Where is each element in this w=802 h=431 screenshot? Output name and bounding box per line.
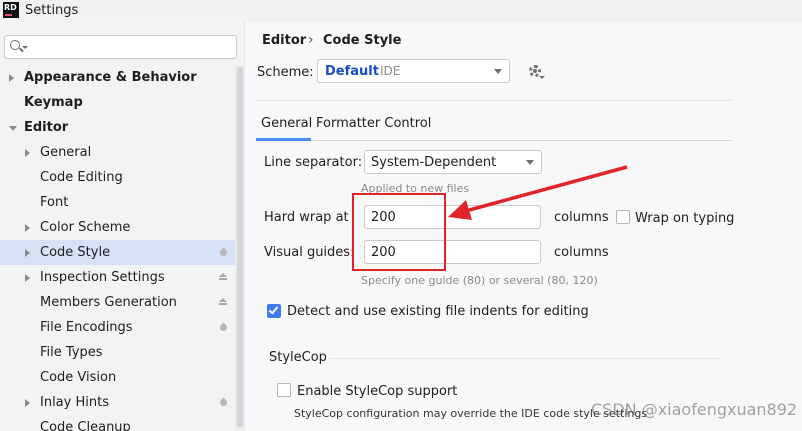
drop-icon (218, 322, 229, 333)
visual-guides-hint: Specify one guide (80) or several (80, 1… (361, 274, 598, 287)
chevron-right-icon[interactable] (25, 399, 30, 407)
visual-guides-label: Visual guides: (264, 245, 355, 260)
detect-indents-checkbox[interactable] (267, 304, 281, 318)
gear-menu-caret-icon (539, 76, 545, 79)
scrollbar-thumb[interactable] (237, 67, 243, 427)
wrap-on-typing-label[interactable]: Wrap on typing (635, 211, 734, 226)
sidebar-item-label: General (40, 145, 92, 160)
sidebar-item-appearance-behavior[interactable]: Appearance & Behavior (0, 65, 235, 90)
sidebar-item-label: Code Cleanup (40, 420, 131, 431)
checkmark-icon (268, 304, 279, 315)
sidebar-item-label: Code Style (40, 245, 111, 260)
sidebar-item-color-scheme[interactable]: Color Scheme (0, 215, 235, 240)
scheme-label: Scheme: (257, 65, 314, 80)
settings-tree: Appearance & Behavior Keymap Editor General… (0, 65, 235, 431)
sidebar-item-label: File Encodings (40, 320, 133, 335)
breadcrumb-parent[interactable]: Editor (262, 33, 306, 48)
sidebar-item-label: Code Editing (40, 170, 123, 185)
visual-guides-unit: columns (554, 245, 609, 260)
sidebar-item-code-cleanup[interactable]: Code Cleanup (0, 415, 235, 431)
sidebar-item-inlay-hints[interactable]: Inlay Hints (0, 390, 235, 415)
scheme-type: IDE (380, 64, 401, 78)
sidebar-item-label: Appearance & Behavior (24, 70, 197, 85)
app-logo: RD (3, 2, 19, 18)
sidebar-item-file-encodings[interactable]: File Encodings (0, 315, 235, 340)
sidebar-item-font[interactable]: Font (0, 190, 235, 215)
stylecop-section-divider (329, 358, 721, 359)
settings-sidebar: Appearance & Behavior Keymap Editor General… (0, 22, 245, 431)
drop-icon (218, 247, 229, 258)
sidebar-item-label: File Types (40, 345, 103, 360)
sidebar-item-general[interactable]: General (0, 140, 235, 165)
sidebar-item-label: Members Generation (40, 295, 177, 310)
sidebar-item-label: Inspection Settings (40, 270, 165, 285)
scheme-dropdown[interactable]: Default IDE (317, 59, 510, 83)
hard-wrap-label: Hard wrap at (264, 210, 349, 225)
scheme-name: Default (325, 64, 379, 79)
sidebar-item-code-style[interactable]: Code Style (0, 240, 235, 265)
breadcrumb-current: Code Style (323, 33, 402, 48)
sidebar-item-code-vision[interactable]: Code Vision (0, 365, 235, 390)
sidebar-item-label: Keymap (24, 95, 83, 110)
chevron-right-icon[interactable] (25, 274, 30, 282)
sidebar-item-label: Editor (24, 120, 69, 135)
active-tab-indicator (256, 138, 311, 141)
search-input[interactable] (4, 35, 237, 59)
chevron-right-icon[interactable] (25, 149, 30, 157)
sidebar-item-label: Inlay Hints (40, 395, 109, 410)
enable-stylecop-checkbox[interactable] (277, 383, 291, 397)
sidebar-item-label: Font (40, 195, 69, 210)
enable-stylecop-label[interactable]: Enable StyleCop support (297, 384, 457, 399)
sidebar-item-inspection-settings[interactable]: Inspection Settings (0, 265, 235, 290)
sidebar-scrollbar[interactable] (235, 65, 245, 431)
layers-icon (219, 298, 227, 305)
tab-formatter-control[interactable]: Formatter Control (316, 116, 431, 131)
sidebar-item-label: Code Vision (40, 370, 117, 385)
sidebar-item-file-types[interactable]: File Types (0, 340, 235, 365)
chevron-down-icon (494, 69, 502, 74)
sidebar-item-editor[interactable]: Editor (0, 115, 235, 140)
window-title: Settings (25, 3, 79, 18)
search-history-icon[interactable] (22, 46, 28, 49)
tab-strip-line (256, 140, 732, 141)
sidebar-item-label: Color Scheme (40, 220, 131, 235)
chevron-down-icon[interactable] (9, 126, 17, 131)
chevron-right-icon[interactable] (25, 224, 30, 232)
sidebar-item-code-editing[interactable]: Code Editing (0, 165, 235, 190)
chevron-right-icon[interactable] (25, 249, 30, 257)
layers-icon (219, 273, 227, 280)
sidebar-item-keymap[interactable]: Keymap (0, 90, 235, 115)
sidebar-item-members-generation[interactable]: Members Generation (0, 290, 235, 315)
detect-indents-label[interactable]: Detect and use existing file indents for… (287, 304, 589, 319)
chevron-right-icon[interactable] (9, 74, 14, 82)
annotation-highlight-box (352, 193, 446, 271)
header-divider (256, 100, 732, 101)
drop-icon (218, 397, 229, 408)
watermark-text: CSDN @xiaofengxuan892 (591, 400, 798, 419)
stylecop-section-title: StyleCop (269, 350, 327, 365)
search-icon (10, 40, 20, 50)
annotation-arrow-icon (448, 165, 628, 220)
title-bar: RD Settings (0, 0, 802, 22)
line-separator-label: Line separator: (264, 155, 363, 170)
breadcrumb-separator: › (308, 32, 314, 48)
tab-general[interactable]: General (261, 116, 312, 131)
